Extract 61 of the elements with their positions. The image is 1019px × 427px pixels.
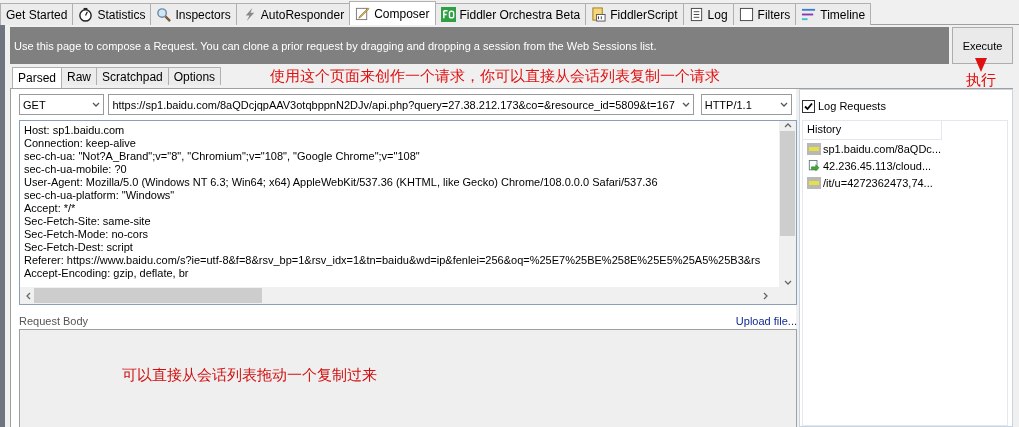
header-line: Connection: keep-alive [24,137,137,150]
history-item[interactable]: /it/u=4272362473,74... [823,176,933,189]
method-dropdown[interactable]: GET [19,94,105,115]
request-body-editor[interactable]: 可以直接从会话列表拖动一个复制过来 [19,329,797,427]
stopwatch-icon [78,7,94,22]
header-line: User-Agent: Mozilla/5.0 (Windows NT 6.3; Win64; x64) AppleWebKit/537.36 (KHTML, like Gecko) Chrome/108.0.0.0 Safari/537.36 [24,176,659,189]
annotation-text: 可以直接从会话列表拖动一个复制过来 [122,366,377,385]
tab[interactable]: Options [167,67,222,85]
header-line: Host: sp1.baidu.com [24,124,126,137]
headers-editor[interactable] [19,120,797,305]
get-badge-icon [807,176,821,189]
version-dropdown[interactable]: HTTP/1.1 [700,94,792,115]
header-line: Referer: https://www.baidu.com/s?ie=utf-8&f=8&rsv_bp=1&rsv_idx=1&tn=baidu&wd=ip&fenlei=256&oq=%25E7%25BE%258E%25E5%25A5%25B3&rs [24,254,762,267]
tab[interactable]: Log [682,3,734,25]
tab[interactable]: Statistics [72,3,152,25]
column-header: History [803,121,942,140]
pencil-note-icon [355,6,371,21]
checkbox-label: Log Requests [818,100,886,112]
history-item[interactable]: sp1.baidu.com/8aQDc... [823,142,941,155]
scroll-down-icon[interactable] [783,279,792,287]
url-dropdown[interactable]: https://sp1.baidu.com/8aQDcjqpAAV3otqbppnN2DJv/api.php?query=27.38.212.173&co=&resource_id=5809&t=167 [108,94,694,115]
get-badge-icon [807,142,821,155]
request-body-label: Request Body [19,315,89,327]
annotation-text: 使用这个页面来创作一个请求，你可以直接从会话列表复制一个请求 [270,66,721,86]
pointer-triangle-icon [975,58,987,72]
annotation-text: 执行 [966,72,996,88]
checkbox-icon [738,7,754,22]
header-line: sec-ch-ua-platform: "Windows" [24,189,176,202]
tab[interactable]: AutoResponder [235,3,351,25]
checkbox[interactable] [802,99,815,113]
header-line: sec-ch-ua: "Not?A_Brand";v="8", "Chromium";v="108", "Google Chrome";v="108" [24,150,421,163]
execute-button[interactable]: Execute [952,27,1013,64]
header-line: sec-ch-ua-mobile: ?0 [24,163,128,176]
tab[interactable]: Fiddler Orchestra Beta [434,3,587,25]
header-line: Sec-Fetch-Dest: script [24,241,134,254]
tab[interactable]: Timeline [795,3,872,25]
horizontal-scrollbar[interactable] [20,287,796,304]
tab[interactable]: Parsed [12,67,63,88]
timeline-bars-icon [801,7,817,22]
tab[interactable]: Scratchpad [96,67,169,85]
header-line: Accept-Encoding: gzip, deflate, br [24,267,190,280]
history-item[interactable]: 42.236.45.113/cloud... [823,159,932,172]
magnifier-icon [156,7,172,22]
info-banner: Use this page to compose a Request. You can clone a prior request by dragging and dropping a session from the Web Sessions list. [10,27,949,64]
fo-badge-icon [440,7,456,22]
tab[interactable]: FiddlerScript [585,3,684,25]
tab[interactable]: Get Started [0,3,74,25]
scroll-up-icon[interactable] [783,121,792,129]
vertical-scrollbar[interactable] [779,121,796,287]
log-page-icon [688,7,704,22]
tab[interactable]: Raw [61,67,98,85]
tab[interactable]: Filters [732,3,797,25]
scroll-left-icon[interactable] [24,291,32,300]
header-line: Sec-Fetch-Mode: no-cors [24,228,150,241]
tab[interactable]: Composer [349,1,436,25]
header-line: Accept: */* [24,202,77,215]
tab[interactable]: Inspectors [150,3,237,25]
scroll-right-icon[interactable] [762,291,770,300]
header-line: Sec-Fetch-Site: same-site [24,215,152,228]
upload-file-link[interactable]: Upload file... [735,315,797,327]
script-scroll-icon [591,7,607,22]
